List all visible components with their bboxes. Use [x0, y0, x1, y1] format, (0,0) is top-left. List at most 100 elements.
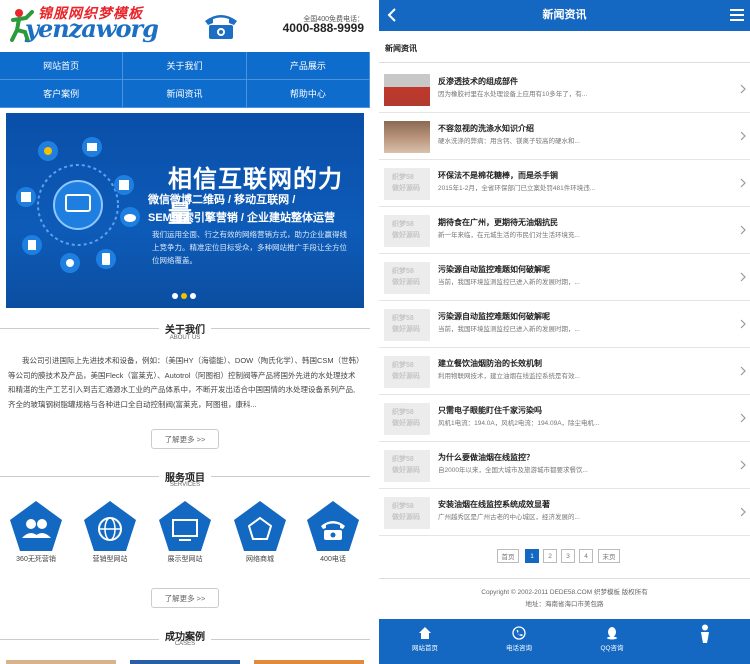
banner-dot[interactable] — [172, 293, 178, 299]
banner-subtitle-1: 微信微博二维码 / 移动互联网 / — [148, 194, 296, 206]
placeholder-text: 织梦58 — [392, 456, 414, 463]
nav-news[interactable]: 新闻资讯 — [123, 80, 247, 108]
news-item[interactable]: 织梦58 做好源码 污染源自动监控难题如何破解呢 当前，我国环境监测监控已进入新的… — [379, 301, 750, 348]
bottom-nav-person[interactable] — [665, 619, 745, 664]
about-subtitle: ABOUT US — [169, 335, 201, 341]
service-label: 400电话 — [320, 556, 346, 563]
page-last[interactable]: 末页 — [598, 549, 620, 563]
news-title: 建立餐饮油烟防治的长效机制 — [438, 359, 542, 368]
page-first[interactable]: 首页 — [497, 549, 519, 563]
placeholder-text: 做好源码 — [392, 185, 420, 192]
banner-text-1: 我们运用全面、行之有效的网络营销方式，助力企业赢得线 — [152, 230, 347, 239]
service-label: 360无死营销 — [16, 556, 56, 563]
news-desc: 2015年1-2月，全省环保部门已立案处罚481件环境违... — [438, 185, 596, 192]
service-item[interactable]: 360无死营销 — [6, 500, 66, 564]
pentagon-icon — [234, 501, 286, 551]
chevron-right-icon — [740, 366, 746, 376]
placeholder-text: 织梦58 — [392, 503, 414, 510]
banner-dot-active[interactable] — [181, 293, 187, 299]
bottom-nav-home[interactable]: 网站首页 — [385, 619, 465, 664]
placeholder-text: 织梦58 — [392, 362, 414, 369]
news-title: 安装油烟在线监控系统成效显著 — [438, 500, 550, 509]
bottom-nav-phone[interactable]: 电话咨询 — [479, 619, 559, 664]
news-item[interactable]: 织梦58 做好源码 环保法不是棉花糖棒，而是杀手锏 2015年1-2月，全省环保部… — [379, 160, 750, 207]
page-3[interactable]: 3 — [561, 549, 575, 563]
left-panel: 锦服网织梦模板 yenzaworg 全国400免费电话： 4000-888-99… — [0, 0, 370, 664]
home-icon — [419, 627, 431, 639]
bottom-nav-label: QQ咨询 — [600, 645, 624, 652]
news-item[interactable]: 织梦58 做好源码 期待食在广州，更期待无油烟抗民 新一年来临，在元城生活的市民们… — [379, 207, 750, 254]
placeholder-text: 织梦58 — [392, 409, 414, 416]
news-item[interactable]: 织梦58 做好源码 为什么要做油烟在线监控？ 自2000年以来，全国大城市及旅游城… — [379, 442, 750, 489]
chevron-right-icon — [740, 413, 746, 423]
hotline-number[interactable]: 4000-888-9999 — [283, 21, 364, 35]
news-title: 为什么要做油烟在线监控？ — [438, 453, 534, 462]
news-thumbnail-placeholder: 织梦58 做好源码 — [384, 215, 430, 247]
page-4[interactable]: 4 — [579, 549, 593, 563]
news-desc: 利用物联网技术，建立油烟在线监控系统是有效... — [438, 373, 580, 380]
banner-text-3: 位网络覆盖。 — [152, 256, 197, 265]
bottom-nav-qq[interactable]: QQ咨询 — [572, 619, 652, 664]
news-item[interactable]: 反渗透技术的组成部件 因为橡胶衬里在水处理设备上应用有10多年了，有... — [379, 66, 750, 113]
news-title: 不容忽视的洗涤水知识介绍 — [438, 124, 534, 133]
hero-banner[interactable]: 相信互联网的力量 微信微博二维码 / 移动互联网 / SEM搜索引擎营销 / 企… — [6, 113, 364, 308]
case-thumbnail[interactable] — [6, 660, 116, 664]
nav-help[interactable]: 帮助中心 — [246, 80, 370, 108]
users-icon — [10, 501, 62, 551]
placeholder-text: 做好源码 — [392, 279, 420, 286]
service-label: 展示型网站 — [167, 556, 203, 563]
nav-about[interactable]: 关于我们 — [123, 52, 247, 80]
service-label: 营销型网站 — [92, 556, 128, 563]
news-title: 反渗透技术的组成部件 — [438, 77, 518, 86]
service-item[interactable]: 展示型网站 — [155, 500, 215, 564]
chevron-right-icon — [740, 131, 746, 141]
placeholder-text: 做好源码 — [392, 373, 420, 380]
news-thumbnail-placeholder: 织梦58 做好源码 — [384, 497, 430, 529]
service-item[interactable]: 网络商城 — [230, 500, 290, 564]
case-thumbnail[interactable] — [254, 660, 364, 664]
chevron-right-icon — [740, 319, 746, 329]
news-thumbnail-placeholder: 织梦58 做好源码 — [384, 168, 430, 200]
news-title: 环保法不是棉花糖棒，而是杀手锏 — [438, 171, 558, 180]
news-thumbnail — [384, 74, 430, 106]
news-title: 污染源自动监控难题如何破解呢 — [438, 312, 550, 321]
services-more-button[interactable]: 了解更多 >> — [151, 588, 219, 608]
phone-icon — [307, 501, 359, 551]
banner-dot[interactable] — [190, 293, 196, 299]
placeholder-text: 做好源码 — [392, 326, 420, 333]
nav-cases[interactable]: 客户案例 — [0, 80, 124, 108]
chevron-right-icon — [740, 178, 746, 188]
about-more-button[interactable]: 了解更多 >> — [151, 429, 219, 449]
breadcrumb[interactable]: 新闻资讯 — [385, 43, 417, 54]
services-subtitle: SERVICES — [169, 482, 201, 488]
page-1[interactable]: 1 — [525, 549, 539, 563]
news-item[interactable]: 织梦58 做好源码 安装油烟在线监控系统成效显著 广州越秀区是广州古老的中心城区，… — [379, 489, 750, 536]
news-item[interactable]: 织梦58 做好源码 建立餐饮油烟防治的长效机制 利用物联网技术，建立油烟在线监控系… — [379, 348, 750, 395]
service-item[interactable]: 400电话 — [303, 500, 363, 564]
nav-home[interactable]: 网站首页 — [0, 52, 124, 80]
bottom-nav-label: 电话咨询 — [506, 645, 532, 652]
news-desc: 因为橡胶衬里在水处理设备上应用有10多年了，有... — [438, 91, 588, 98]
banner-pagination — [172, 293, 196, 299]
case-thumbnail[interactable] — [130, 660, 240, 664]
menu-icon[interactable] — [730, 9, 744, 21]
news-desc: 新一年来临，在元城生活的市民们对生活环境充... — [438, 232, 580, 239]
mobile-header: 新闻资讯 — [379, 0, 750, 31]
nav-products[interactable]: 产品展示 — [246, 52, 370, 80]
placeholder-text: 织梦58 — [392, 315, 414, 322]
news-thumbnail — [384, 121, 430, 153]
cases-subtitle: CASES — [174, 641, 196, 647]
news-item[interactable]: 织梦58 做好源码 只需电子眼能盯住千家污染吗 风机1电流：194.0A，风机2电… — [379, 395, 750, 442]
news-desc: 自2000年以来，全国大城市及旅游城市都要求餐饮... — [438, 467, 588, 474]
main-nav: 网站首页 关于我们 产品展示 客户案例 新闻资讯 帮助中心 — [0, 52, 370, 108]
logo-english[interactable]: yenzaworg — [25, 14, 159, 43]
news-item[interactable]: 不容忽视的洗涤水知识介绍 硬水洗涤的弊病：用含钙、镁离子较高的硬水和... — [379, 113, 750, 160]
chevron-right-icon — [740, 225, 746, 235]
page-title: 新闻资讯 — [542, 9, 587, 21]
news-item[interactable]: 织梦58 做好源码 污染源自动监控难题如何破解呢 当前，我国环境监测监控已进入新的… — [379, 254, 750, 301]
service-item[interactable]: 营销型网站 — [80, 500, 140, 564]
pagination: 首页 1 2 3 4 末页 — [379, 549, 750, 563]
page-2[interactable]: 2 — [543, 549, 557, 563]
telephone-icon — [205, 15, 237, 39]
about-title: 关于我们 — [0, 321, 370, 336]
